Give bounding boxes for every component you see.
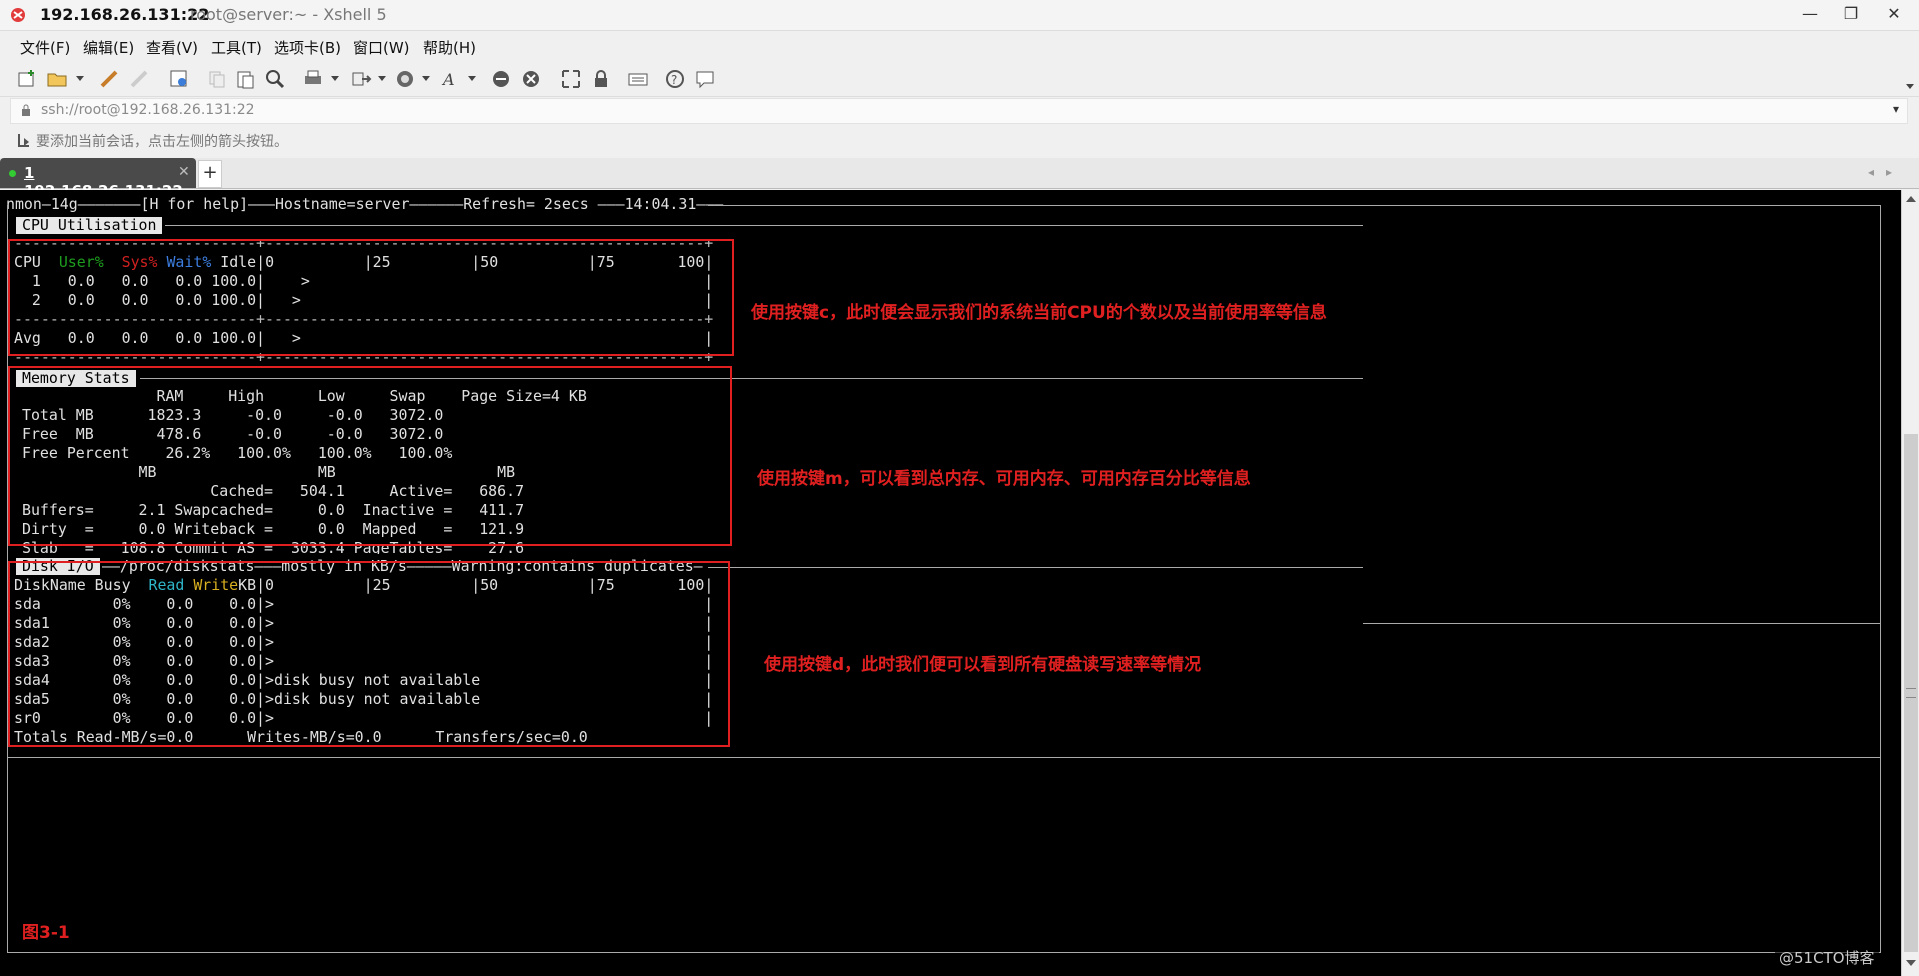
terminal-scrollbar[interactable] <box>1901 190 1919 976</box>
add-session-arrow-icon[interactable] <box>16 132 32 148</box>
scroll-down-icon[interactable] <box>1906 960 1916 966</box>
minimize-button[interactable]: — <box>1790 0 1830 30</box>
toolbar: A ? <box>0 62 1919 97</box>
figure-label: 图3-1 <box>22 923 70 943</box>
tab-scroll-right-icon[interactable]: ▸ <box>1886 165 1892 179</box>
menu-tabs[interactable]: 选项卡(B) <box>274 37 341 58</box>
terminal-frame-right <box>1880 205 1881 953</box>
disconnect-icon[interactable] <box>128 68 150 90</box>
paste-icon[interactable] <box>234 68 256 90</box>
globe-icon[interactable] <box>394 68 416 90</box>
address-dropdown-icon[interactable]: ▾ <box>1893 102 1899 116</box>
memory-highlight-box <box>8 366 732 546</box>
session-hint-text: 要添加当前会话，点击左侧的箭头按钮。 <box>36 134 288 150</box>
chat-icon[interactable] <box>694 68 716 90</box>
connect-icon[interactable] <box>98 68 120 90</box>
xftp-icon[interactable] <box>490 68 512 90</box>
session-hint-bar: 要添加当前会话，点击左侧的箭头按钮。 <box>0 126 1919 154</box>
globe-dropdown-icon[interactable] <box>422 76 430 81</box>
tab-close-icon[interactable]: ✕ <box>178 164 190 180</box>
svg-text:A: A <box>441 70 455 89</box>
menu-help[interactable]: 帮助(H) <box>423 37 476 58</box>
menu-tools[interactable]: 工具(T) <box>211 37 262 58</box>
open-dropdown-icon[interactable] <box>76 76 84 81</box>
disk-annotation: 使用按键d，此时我们便可以看到所有硬盘读写速率等情况 <box>764 655 1202 675</box>
print-dropdown-icon[interactable] <box>331 76 339 81</box>
memory-annotation: 使用按键m，可以看到总内存、可用内存、可用内存百分比等信息 <box>757 469 1251 489</box>
cpu-section-label: CPU Utilisation <box>16 217 163 234</box>
window-title-host: 192.168.26.131:22 <box>40 5 210 24</box>
nmon-header-line: nmon—14g———————[H for help]———Hostname=s… <box>6 195 724 213</box>
scroll-grip-icon <box>1906 688 1916 698</box>
tab-scroll-left-icon[interactable]: ◂ <box>1868 165 1874 179</box>
toolbar-overflow-icon[interactable] <box>1906 84 1914 89</box>
disk-highlight-box <box>8 561 730 747</box>
title-bar: 192.168.26.131:22 root@server:~ - Xshell… <box>0 0 1919 31</box>
tab-bar: 1 192.168.26.131:22 ✕ + ◂ ▸ <box>0 158 1919 200</box>
keyboard-icon[interactable] <box>627 68 649 90</box>
watermark: @51CTO博客 <box>1775 947 1879 968</box>
connected-status-icon <box>9 170 16 177</box>
xshell-logo-icon <box>11 8 25 22</box>
window-title-session: root@server:~ - Xshell 5 <box>190 5 387 24</box>
font-icon[interactable]: A <box>440 68 462 90</box>
transfer-dropdown-icon[interactable] <box>378 76 386 81</box>
lock-icon[interactable] <box>590 68 612 90</box>
help-icon[interactable]: ? <box>664 68 686 90</box>
tab-session-1[interactable]: 1 192.168.26.131:22 ✕ <box>0 158 196 200</box>
cpu-highlight-box <box>8 239 734 356</box>
lock-small-icon <box>22 104 30 116</box>
print-icon[interactable] <box>302 68 324 90</box>
scroll-up-icon[interactable] <box>1906 196 1916 202</box>
disk-section-end-rule <box>7 757 1880 758</box>
open-folder-icon[interactable] <box>46 68 68 90</box>
address-bar[interactable]: ssh://root@192.168.26.131:22 ▾ <box>10 98 1908 124</box>
menu-view[interactable]: 查看(V) <box>146 37 198 58</box>
menu-bar: 文件(F) 编辑(E) 查看(V) 工具(T) 选项卡(B) 窗口(W) 帮助(… <box>0 32 1919 60</box>
cpu-annotation: 使用按键c，此时便会显示我们的系统当前CPU的个数以及当前使用率等信息 <box>751 303 1327 323</box>
fullscreen-icon[interactable] <box>560 68 582 90</box>
terminal-area[interactable]: nmon—14g———————[H for help]———Hostname=s… <box>0 190 1901 976</box>
address-input[interactable]: ssh://root@192.168.26.131:22 <box>41 102 255 118</box>
disk-section-rule <box>708 567 1363 568</box>
cpu-section-rule <box>165 225 1363 226</box>
properties-icon[interactable] <box>168 68 190 90</box>
close-button[interactable]: ✕ <box>1874 0 1914 30</box>
new-tab-button[interactable]: + <box>198 160 222 188</box>
menu-window[interactable]: 窗口(W) <box>353 37 410 58</box>
terminal-frame-bottom <box>7 952 1880 953</box>
disk-section-rule-tail <box>1363 623 1880 624</box>
new-session-icon[interactable] <box>16 68 38 90</box>
terminal-frame-top <box>708 205 1880 206</box>
xmanager-icon[interactable] <box>520 68 542 90</box>
restore-button[interactable]: ❐ <box>1831 0 1871 30</box>
transfer-icon[interactable] <box>350 68 372 90</box>
font-dropdown-icon[interactable] <box>468 76 476 81</box>
menu-file[interactable]: 文件(F) <box>20 37 70 58</box>
find-icon[interactable] <box>264 68 286 90</box>
copy-icon[interactable] <box>206 68 228 90</box>
menu-edit[interactable]: 编辑(E) <box>83 37 134 58</box>
svg-text:?: ? <box>671 73 677 87</box>
